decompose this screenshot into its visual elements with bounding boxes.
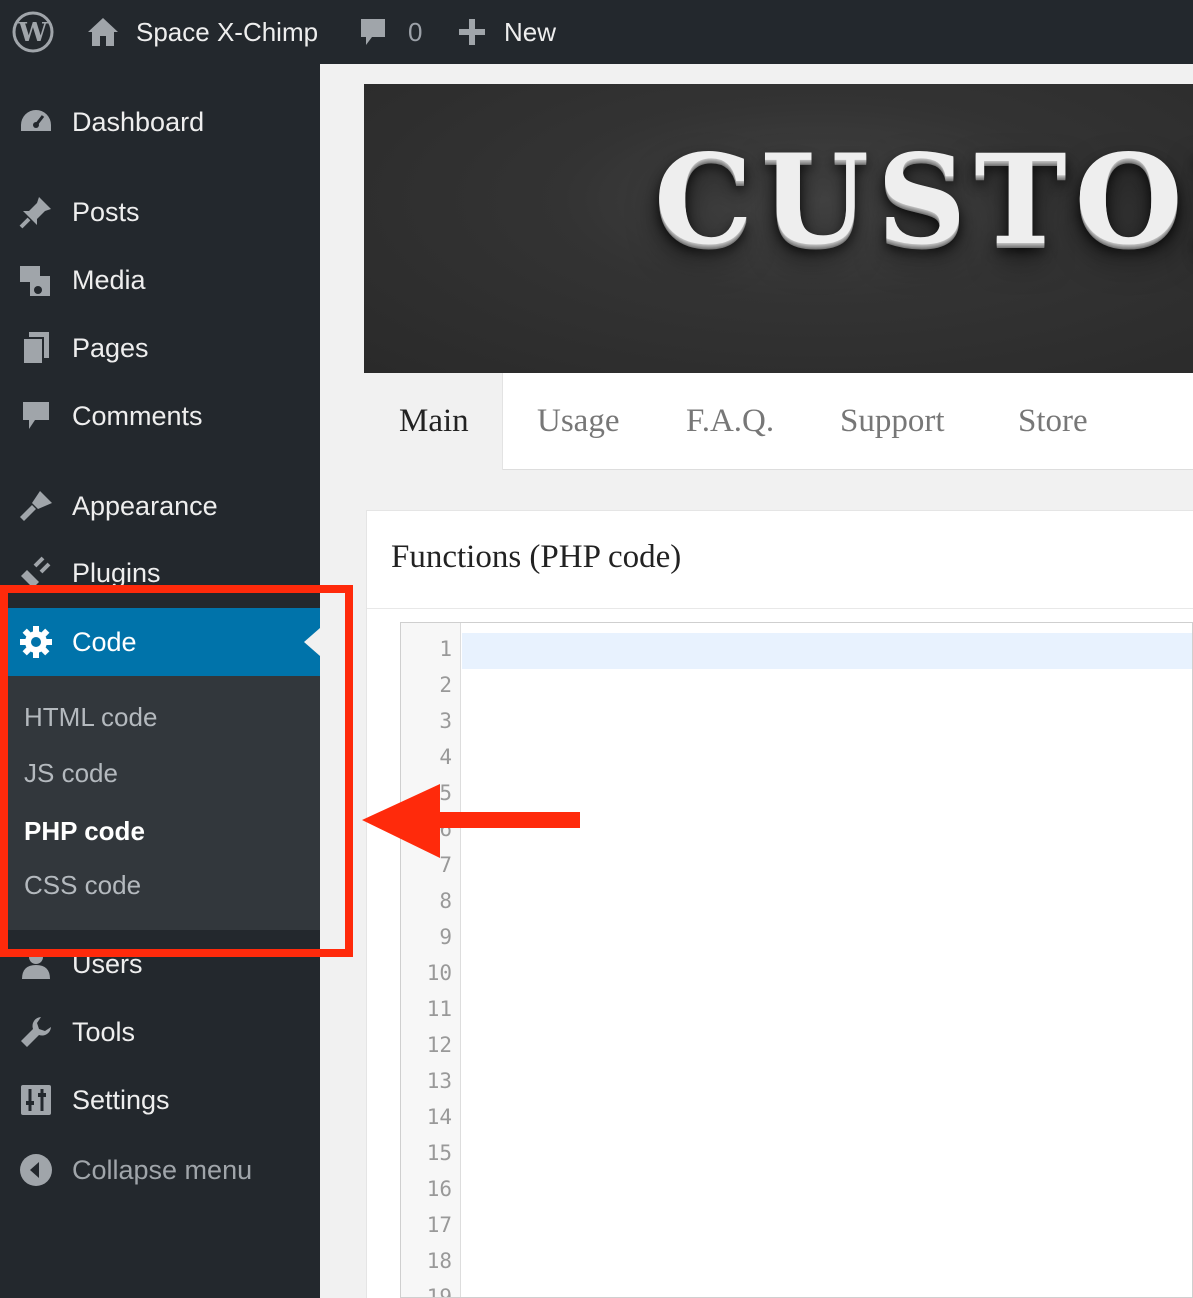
line-number: 1: [439, 637, 452, 661]
line-number: 9: [439, 925, 452, 949]
sliders-icon: [18, 1082, 54, 1118]
active-line-highlight: [462, 633, 1192, 669]
tab-faq[interactable]: F.A.Q.: [686, 373, 774, 470]
line-number: 11: [426, 997, 452, 1021]
pages-icon: [18, 330, 54, 366]
menu-label: Media: [72, 264, 146, 295]
tab-main[interactable]: Main: [366, 373, 503, 470]
menu-item-settings[interactable]: Settings: [0, 1071, 320, 1129]
line-number: 8: [439, 889, 452, 913]
active-tab-pointer: [422, 469, 446, 483]
menu-item-posts[interactable]: Posts: [0, 183, 320, 241]
tab-store[interactable]: Store: [1018, 373, 1088, 470]
line-number: 2: [439, 673, 452, 697]
line-number: 19: [426, 1285, 452, 1298]
plus-icon: [459, 19, 485, 45]
menu-item-appearance[interactable]: Appearance: [0, 477, 320, 535]
collapse-menu-button[interactable]: Collapse menu: [0, 1141, 320, 1199]
line-number-gutter: 1 2 3 4 5 6 7 8 9 10 11 12 13 14 15 16 17 18 19: [401, 623, 461, 1298]
comments-link[interactable]: 0: [358, 0, 422, 64]
collapse-menu-label: Collapse menu: [72, 1154, 253, 1185]
menu-item-comments[interactable]: Comments: [0, 387, 320, 445]
menu-item-media[interactable]: Media: [0, 251, 320, 309]
line-number: 4: [439, 745, 452, 769]
wordpress-icon: W: [12, 11, 54, 53]
menu-label: Comments: [72, 400, 203, 431]
home-icon: [88, 18, 118, 46]
menu-label: Posts: [72, 196, 140, 227]
annotation-highlight-box: [0, 585, 353, 957]
comment-icon: [18, 398, 54, 434]
line-number: 16: [426, 1177, 452, 1201]
line-number: 15: [426, 1141, 452, 1165]
tab-support[interactable]: Support: [840, 373, 945, 470]
tab-usage[interactable]: Usage: [537, 373, 619, 470]
panel-divider: [367, 608, 1193, 609]
banner-title: CUSTOM: [654, 128, 1193, 273]
plugin-tabs: Main Usage F.A.Q. Support Store: [366, 373, 1193, 470]
php-code-editor[interactable]: 1 2 3 4 5 6 7 8 9 10 11 12 13 14 15 16 17 18 19: [400, 622, 1193, 1298]
menu-item-pages[interactable]: Pages: [0, 319, 320, 377]
new-label: New: [504, 16, 557, 47]
panel-title: Functions (PHP code): [391, 539, 682, 575]
site-name: Space X-Chimp: [136, 16, 319, 47]
new-content-button[interactable]: New: [456, 0, 556, 64]
annotation-arrow: [362, 784, 580, 858]
comment-bubble-icon: [361, 19, 385, 45]
site-name-link[interactable]: Space X-Chimp: [86, 0, 318, 64]
comments-count: 0: [408, 16, 423, 47]
plugin-banner: CUSTOM: [364, 84, 1193, 373]
menu-label: Pages: [72, 332, 149, 363]
line-number: 13: [426, 1069, 452, 1093]
wordpress-logo-button[interactable]: W: [12, 0, 56, 64]
svg-text:W: W: [17, 18, 48, 48]
admin-bar: W Space X-Chimp 0 New: [0, 0, 1193, 64]
line-number: 12: [426, 1033, 452, 1057]
collapse-arrow-icon: [18, 1152, 54, 1188]
pin-icon: [18, 194, 54, 230]
menu-label: Settings: [72, 1084, 170, 1115]
menu-label: Dashboard: [72, 106, 205, 137]
menu-label: Appearance: [72, 490, 218, 521]
line-number: 18: [426, 1249, 452, 1273]
wrench-icon: [18, 1014, 54, 1050]
menu-item-dashboard[interactable]: Dashboard: [0, 93, 320, 151]
line-number: 14: [426, 1105, 452, 1129]
dashboard-icon: [18, 104, 54, 140]
brush-icon: [18, 488, 54, 524]
line-number: 10: [426, 961, 452, 985]
line-number: 17: [426, 1213, 452, 1237]
media-icon: [18, 262, 54, 298]
line-number: 3: [439, 709, 452, 733]
menu-item-tools[interactable]: Tools: [0, 1003, 320, 1061]
menu-label: Tools: [72, 1016, 136, 1047]
menu-label: Plugins: [72, 557, 161, 588]
